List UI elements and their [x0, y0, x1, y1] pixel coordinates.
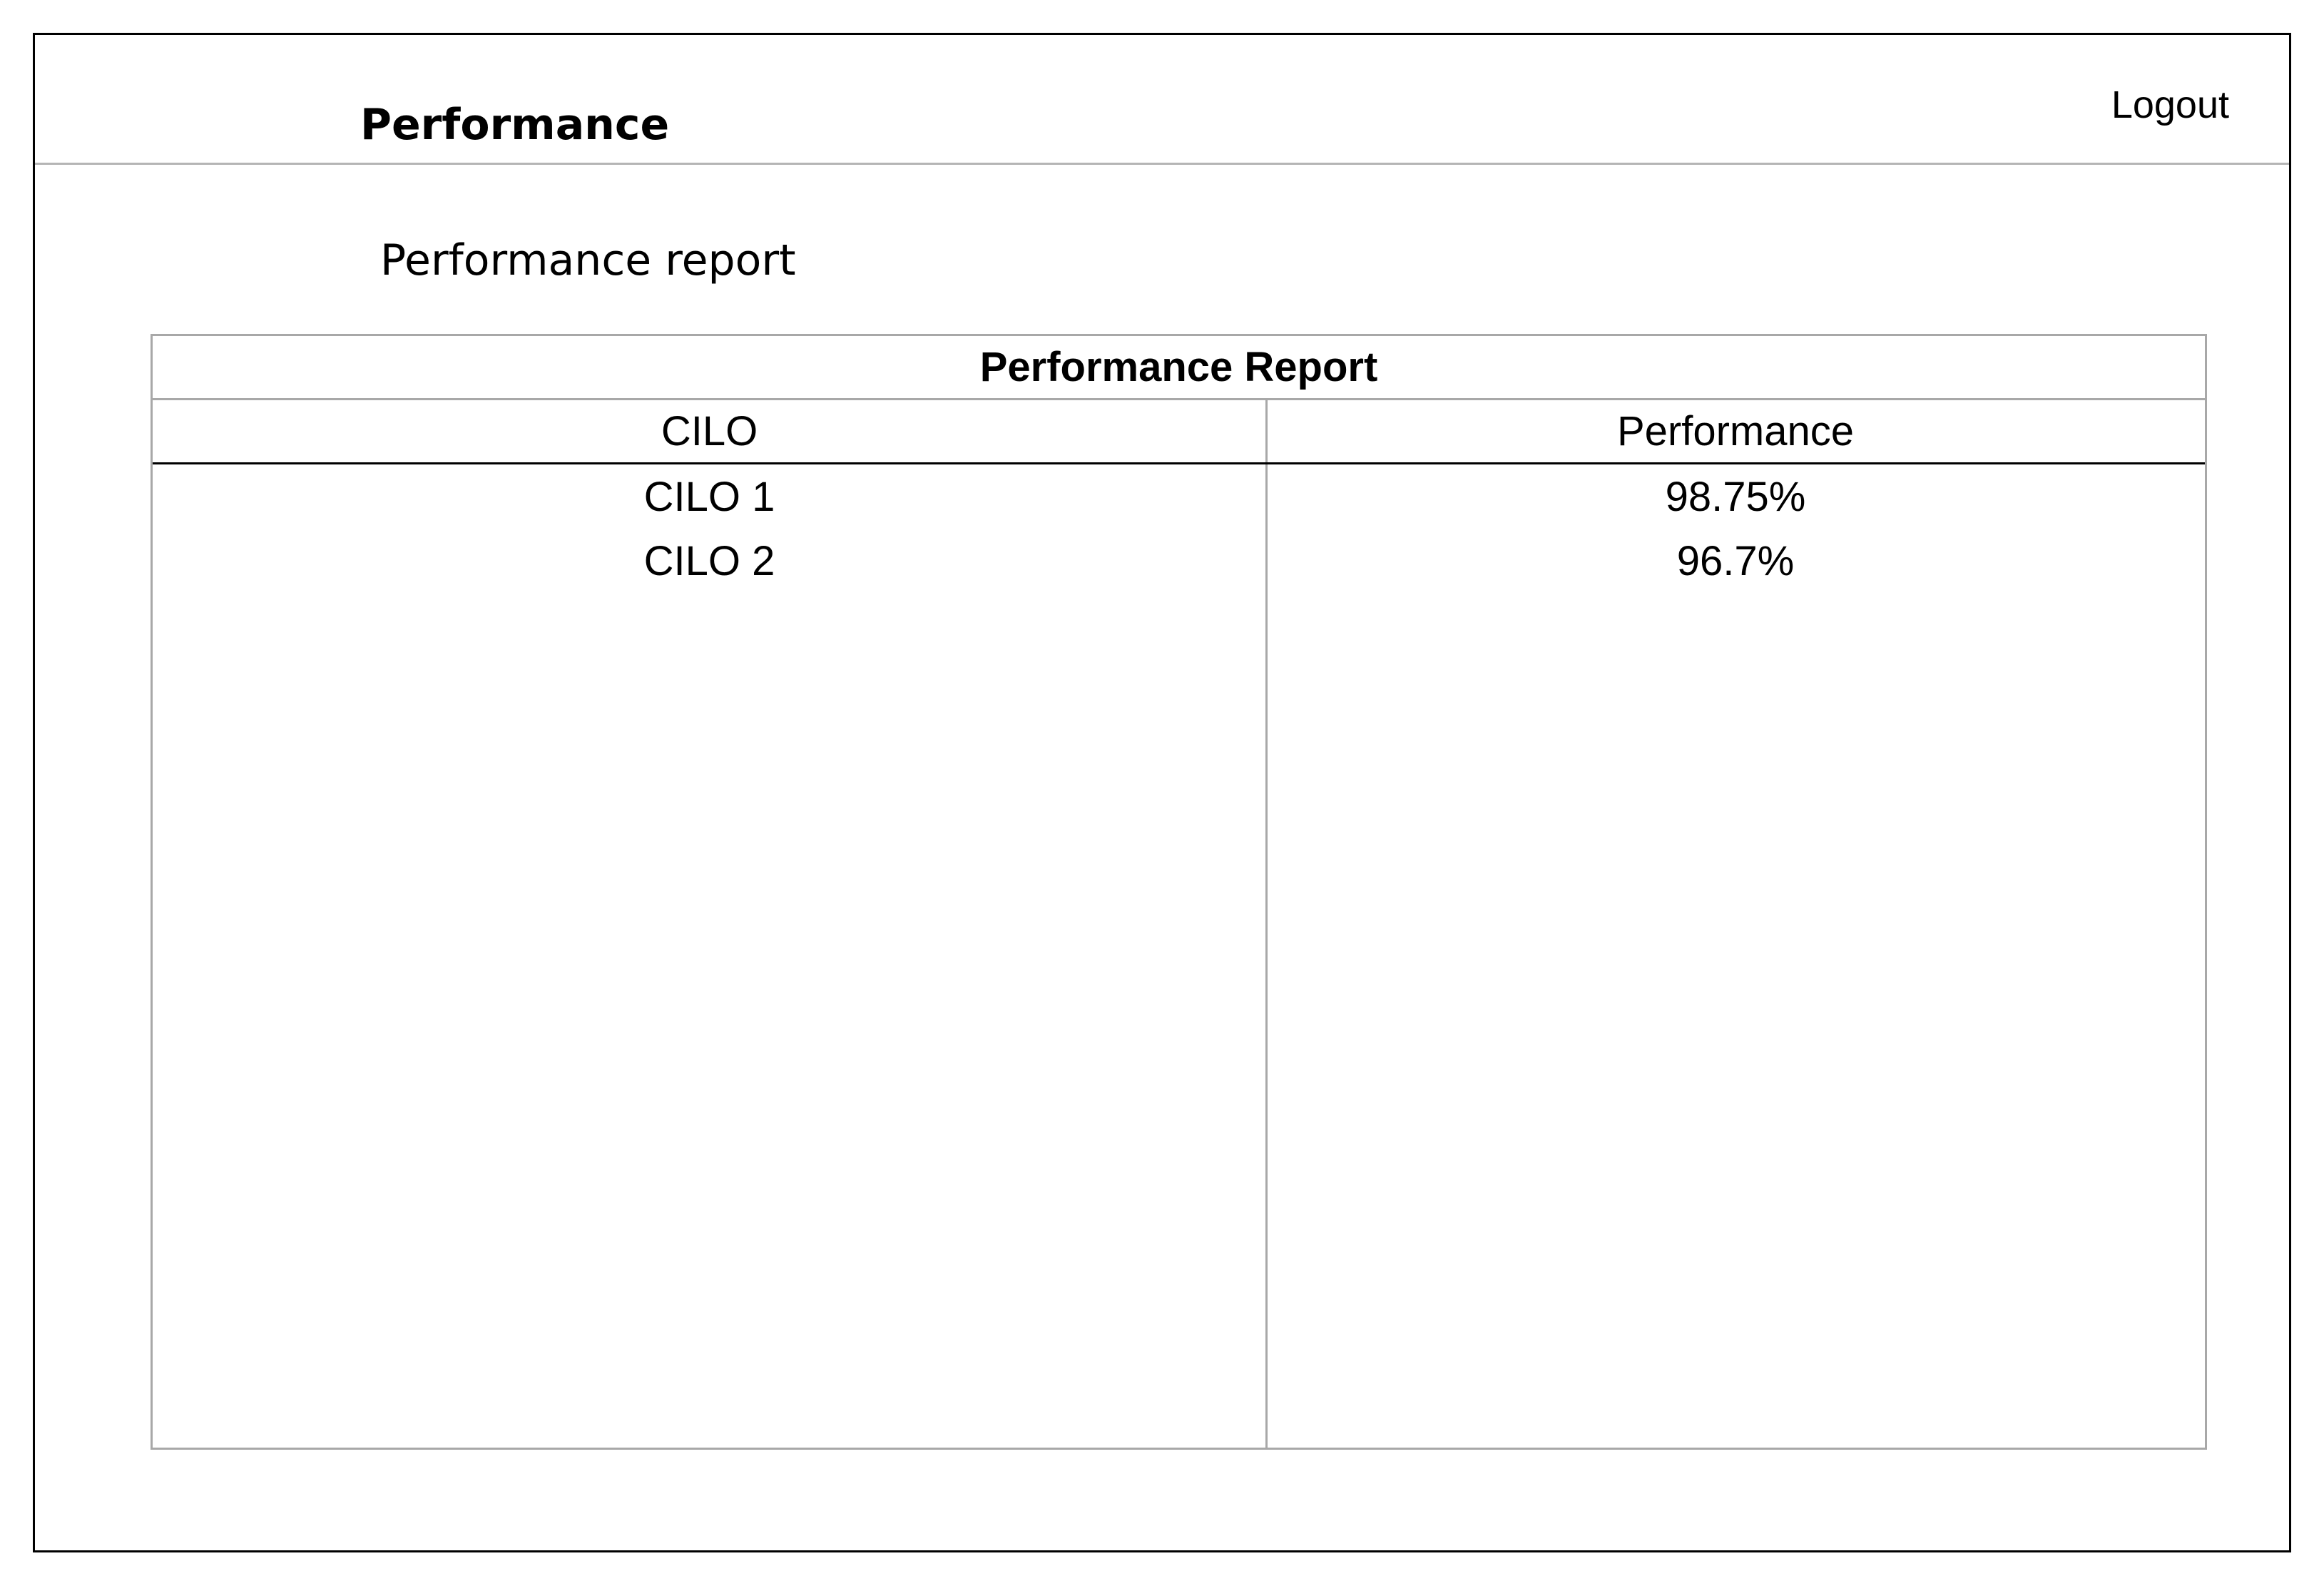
table-header-row: CILO Performance [153, 400, 2205, 464]
table-body: CILO 1 98.75% CILO 2 96.7% [153, 464, 2205, 593]
cilo-cell: CILO 1 [643, 473, 775, 520]
column-header-cilo: CILO [661, 408, 758, 454]
performance-table: Performance Report CILO Performance CILO… [151, 334, 2207, 1450]
performance-cell: 96.7% [1676, 537, 1795, 584]
header-bar: Performance Logout [35, 35, 2289, 165]
performance-cell: 98.75% [1665, 473, 1806, 520]
column-header-performance: Performance [1616, 408, 1855, 454]
table-caption: Performance Report [153, 336, 2205, 400]
logout-link[interactable]: Logout [2111, 83, 2229, 127]
table-row: CILO 2 96.7% [153, 529, 2205, 593]
table-row: CILO 1 98.75% [153, 464, 2205, 529]
cilo-cell: CILO 2 [643, 537, 775, 584]
page-title: Performance [360, 100, 670, 150]
app-window: Performance Logout Performance report Pe… [33, 33, 2291, 1552]
section-title: Performance report [380, 235, 796, 285]
